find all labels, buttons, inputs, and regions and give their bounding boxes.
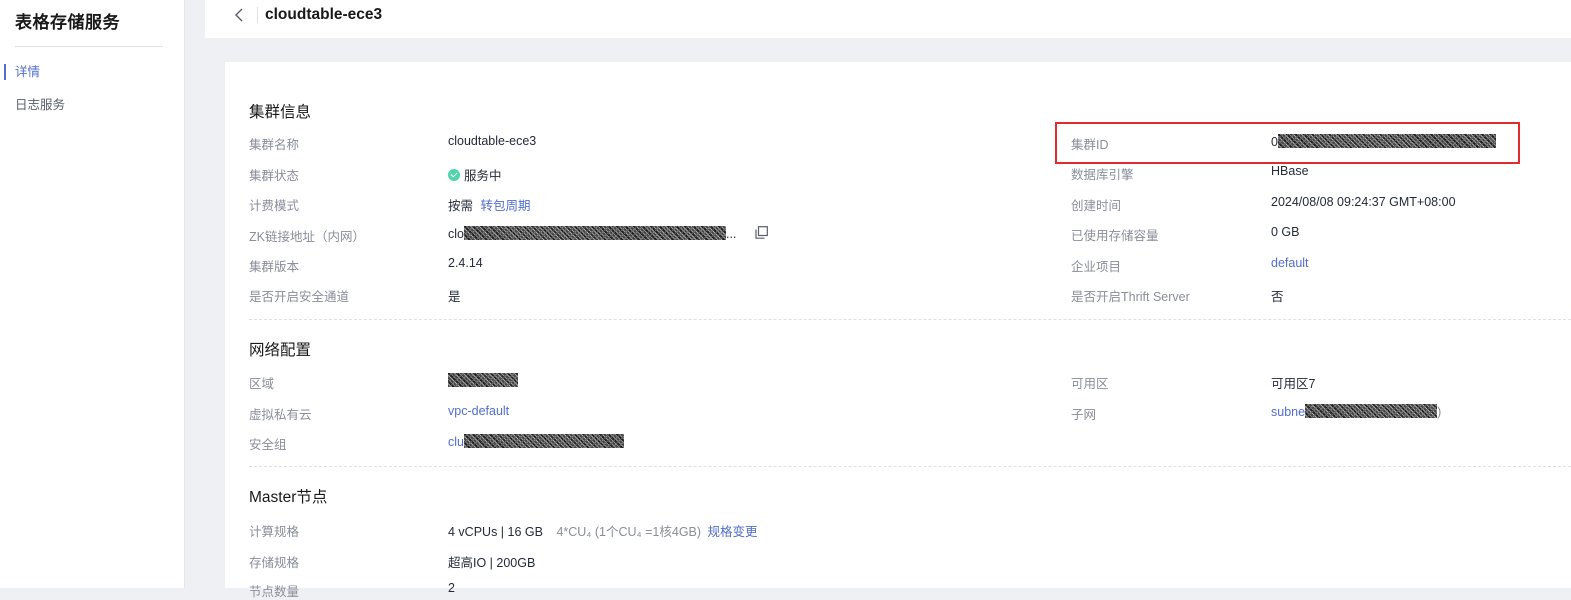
security-group-link[interactable]: clu (448, 434, 624, 449)
sidebar-divider (15, 46, 163, 47)
cluster-name-label: 集群名称 (249, 138, 300, 152)
sidebar-item-log-service[interactable]: 日志服务 (0, 93, 184, 117)
vpc-label: 虚拟私有云 (249, 408, 312, 422)
billing-mode-value: 按需 (448, 199, 474, 213)
details-card: 集群信息 集群名称 cloudtable-ece3 集群状态 服务中 计费模式 … (225, 62, 1571, 599)
storage-used-value: 0 GB (1271, 225, 1300, 239)
availability-zone-label: 可用区 (1071, 377, 1109, 391)
compute-spec-cu: 4*CU₄ (1个CU₄ =1核4GB) (556, 525, 702, 539)
compute-spec: 4 vCPUs | 16 GB 4*CU₄ (1个CU₄ =1核4GB) 规格变… (448, 521, 758, 540)
redacted-region (448, 373, 518, 387)
compute-spec-label: 计算规格 (249, 525, 300, 539)
subnet-label: 子网 (1071, 408, 1097, 422)
sidebar: 表格存储服务 详情 日志服务 (0, 0, 185, 588)
page-header: cloudtable-ece3 (205, 0, 1571, 38)
section-title-master: Master节点 (249, 489, 328, 506)
node-count-label: 节点数量 (249, 585, 300, 599)
enterprise-project-link[interactable]: default (1271, 256, 1309, 270)
region-value (448, 373, 518, 388)
cluster-id: 0 (1271, 134, 1496, 149)
storage-spec-label: 存储规格 (249, 556, 300, 570)
created-time-label: 创建时间 (1071, 199, 1122, 213)
cluster-id-prefix: 0 (1271, 135, 1278, 149)
secure-channel-value: 是 (448, 290, 461, 304)
node-count-value: 2 (448, 581, 455, 595)
subnet-prefix: subne (1271, 405, 1306, 419)
subnet-suffix: ) (1437, 405, 1442, 419)
zk-address-prefix: clo (448, 227, 464, 241)
db-engine-label: 数据库引擎 (1071, 168, 1134, 182)
status-ok-icon (448, 169, 460, 181)
storage-spec-value: 超高IO | 200GB (448, 556, 536, 570)
redacted-subnet (1305, 404, 1438, 418)
section-title-cluster-info: 集群信息 (249, 104, 312, 121)
billing-mode-label: 计费模式 (249, 199, 300, 213)
cluster-version-value: 2.4.14 (448, 256, 483, 270)
zk-address: clo... (448, 226, 736, 241)
security-group-label: 安全组 (249, 438, 287, 452)
cluster-name-value: cloudtable-ece3 (448, 134, 537, 148)
copy-icon[interactable] (755, 226, 768, 239)
storage-used-label: 已使用存储容量 (1071, 229, 1159, 243)
db-engine-value: HBase (1271, 164, 1309, 178)
cluster-version-label: 集群版本 (249, 260, 300, 274)
region-label: 区域 (249, 377, 275, 391)
sidebar-item-details[interactable]: 详情 (0, 60, 184, 84)
redacted-cluster-id (1277, 134, 1496, 148)
cluster-status: 服务中 (448, 165, 502, 184)
created-time-value: 2024/08/08 09:24:37 GMT+08:00 (1271, 195, 1456, 209)
change-spec-link[interactable]: 规格变更 (708, 525, 758, 539)
sidebar-title: 表格存储服务 (15, 13, 120, 32)
billing-mode: 按需 转包周期 (448, 195, 531, 214)
zk-address-label: ZK链接地址（内网） (249, 230, 365, 244)
page-title: cloudtable-ece3 (265, 6, 383, 23)
redacted-security-group (463, 434, 624, 448)
cluster-id-label: 集群ID (1071, 138, 1109, 152)
convert-to-yearly-link[interactable]: 转包周期 (481, 199, 531, 213)
compute-spec-value: 4 vCPUs | 16 GB (448, 525, 543, 539)
zk-address-ellipsis: ... (725, 227, 737, 241)
thrift-server-label: 是否开启Thrift Server (1071, 290, 1190, 304)
security-group-prefix: clu (448, 435, 464, 449)
availability-zone-value: 可用区7 (1271, 377, 1316, 391)
subnet-link[interactable]: subne) (1271, 404, 1441, 419)
secure-channel-label: 是否开启安全通道 (249, 290, 350, 304)
vpc-link[interactable]: vpc-default (448, 404, 509, 418)
section-title-network: 网络配置 (249, 342, 312, 359)
header-separator (257, 7, 258, 23)
section-divider (249, 319, 1571, 320)
back-arrow-icon[interactable] (231, 5, 249, 25)
cluster-status-value: 服务中 (464, 169, 502, 183)
enterprise-project-label: 企业项目 (1071, 260, 1122, 274)
redacted-zk-address (463, 226, 726, 240)
thrift-server-value: 否 (1271, 290, 1284, 304)
section-divider (249, 466, 1571, 467)
cluster-status-label: 集群状态 (249, 169, 300, 183)
